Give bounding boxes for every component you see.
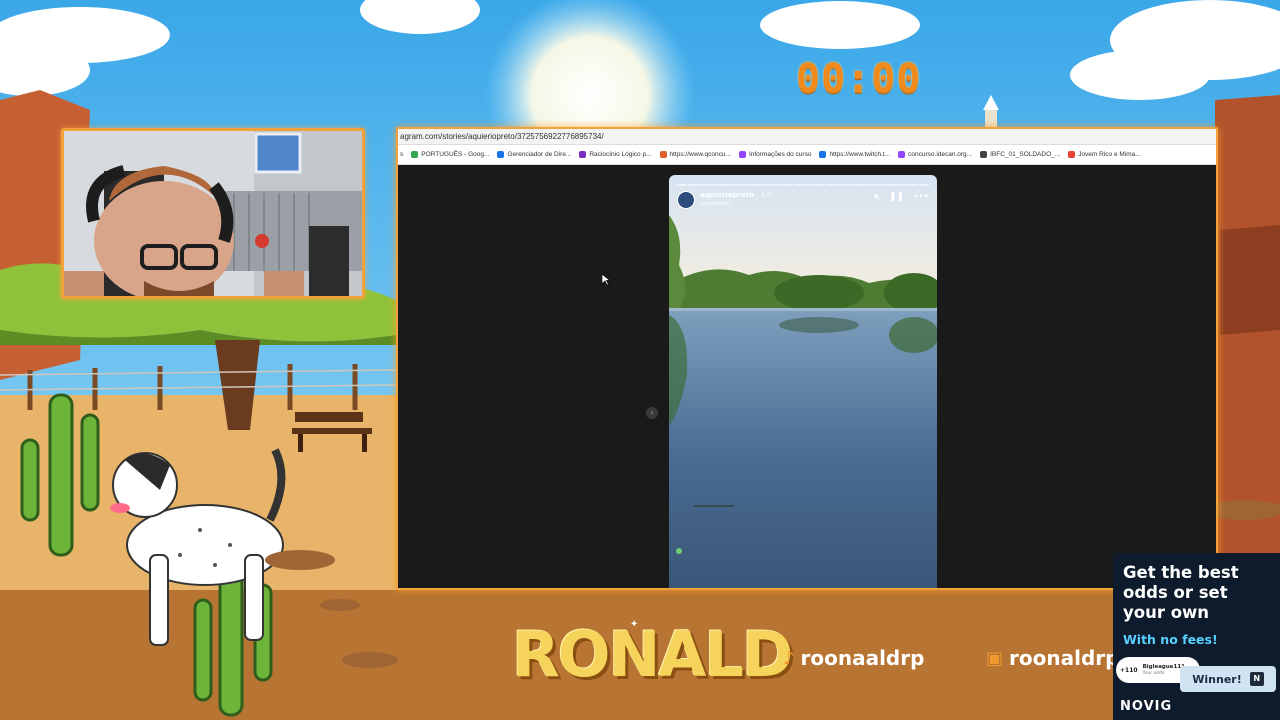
- browser-window: agram.com/stories/aquieriopreto/37257569…: [396, 127, 1218, 590]
- webcam-feed: [61, 128, 365, 299]
- story-progress-segment: [793, 184, 803, 186]
- story-progress-bars: [677, 184, 930, 186]
- twitch-handle: ▣ roonaldrp: [986, 644, 1114, 672]
- streamer-logo: RONALD: [512, 618, 793, 691]
- bookmark-item[interactable]: concurso.idecan.org...: [898, 151, 972, 158]
- story-progress-segment: [824, 184, 835, 186]
- story-progress-segment: [719, 184, 729, 186]
- story-progress-segment: [677, 184, 687, 186]
- bookmark-label: https://www.qconcu...: [669, 151, 731, 158]
- previous-story-chevron-icon[interactable]: ‹: [646, 407, 658, 419]
- bookmark-item[interactable]: PORTUGUÊS - Goog...: [411, 151, 489, 158]
- story-progress-segment: [750, 184, 761, 186]
- bookmark-favicon-icon: [980, 151, 988, 158]
- novig-logo-icon: N: [1249, 672, 1264, 686]
- ad-winner-badge: Winner! N: [1180, 666, 1276, 692]
- story-progress-segment: [898, 184, 909, 186]
- bookmark-label: Jovem Rico e Mima...: [1078, 151, 1141, 158]
- bookmark-label: PORTUGUÊS - Goog...: [421, 151, 490, 158]
- ad-headline: Get the best odds or set your own: [1123, 563, 1239, 622]
- story-progress-segment: [835, 184, 845, 186]
- pause-icon[interactable]: ❚❚: [889, 192, 904, 202]
- bookmark-favicon-icon: [579, 151, 587, 158]
- story-progress-segment: [856, 184, 866, 186]
- bookmark-label: Informações do curso: [748, 151, 812, 158]
- bookmark-favicon-icon: [738, 151, 746, 158]
- story-progress-segment: [803, 184, 814, 186]
- address-bar-url: agram.com/stories/aquieriopreto/37257569…: [400, 132, 604, 141]
- streamer-webcam-image: [64, 131, 362, 296]
- bookmark-item[interactable]: IBFC_01_SOLDADO_...: [980, 151, 1060, 158]
- story-progress-segment: [708, 184, 719, 186]
- story-progress-segment: [698, 184, 708, 186]
- ad-card-name: Bigleague111: [1142, 664, 1185, 670]
- bookmark-favicon-icon: [819, 151, 827, 158]
- ad-brand-logo: NOVIG: [1120, 699, 1173, 714]
- bookmark-label: concurso.idecan.org...: [908, 151, 973, 158]
- bookmark-label: s: [400, 151, 404, 158]
- bookmark-label: IBFC_01_SOLDADO_...: [990, 151, 1061, 158]
- story-progress-segment: [782, 184, 793, 186]
- bookmark-item[interactable]: Jovem Rico e Mima...: [1068, 151, 1141, 158]
- bookmark-item[interactable]: https://www.qconcu...: [659, 151, 731, 158]
- address-bar[interactable]: agram.com/stories/aquieriopreto/37257569…: [398, 129, 1216, 145]
- story-progress-segment: [814, 184, 824, 186]
- story-header: aquieriopreto 4 h aqueleklen 🔇︎ ❚❚ •••: [677, 191, 929, 213]
- bookmark-label: Gerenciador de Dire...: [507, 151, 572, 158]
- tiktok-handle: ♪ roonaaldrp: [783, 644, 924, 672]
- mouse-cursor-icon: [602, 274, 610, 286]
- mute-icon[interactable]: 🔇︎: [874, 192, 880, 202]
- novig-advertisement[interactable]: Get the best odds or set your own With n…: [1113, 553, 1280, 720]
- bookmark-item[interactable]: Raciocínio Lógico p...: [579, 151, 652, 158]
- bookmark-favicon-icon: [497, 151, 505, 158]
- bookmarks-bar: s PORTUGUÊS - Goog... Gerenciador de Dire.…: [398, 145, 1216, 165]
- story-photo-river: [669, 175, 937, 588]
- twitch-icon: ▣: [986, 647, 1004, 669]
- bookmark-item[interactable]: Informações do curso: [738, 151, 812, 158]
- bookmark-favicon-icon: [1068, 151, 1076, 158]
- tiktok-handle-text: roonaaldrp: [800, 646, 925, 670]
- twitch-handle-text: roonaldrp: [1009, 646, 1114, 670]
- story-username[interactable]: aquieriopreto: [700, 191, 754, 199]
- bookmark-item[interactable]: https://www.twitch.t...: [819, 151, 890, 158]
- ad-odds-value: +110: [1120, 666, 1138, 674]
- bookmark-item[interactable]: Gerenciador de Dire...: [497, 151, 571, 158]
- story-progress-segment: [729, 184, 740, 186]
- bookmark-label: https://www.twitch.t...: [829, 151, 891, 158]
- profile-avatar[interactable]: [677, 191, 695, 209]
- story-progress-segment: [877, 184, 887, 186]
- story-progress-segment: [740, 184, 750, 186]
- story-subtitle: aqueleklen: [700, 201, 731, 207]
- story-progress-segment: [887, 184, 898, 186]
- ad-subline: With no fees!: [1123, 632, 1218, 647]
- story-progress-segment: [771, 184, 782, 186]
- more-options-icon[interactable]: •••: [913, 192, 929, 202]
- bookmark-label: Raciocínio Lógico p...: [589, 151, 652, 158]
- bookmark-item[interactable]: s: [400, 151, 403, 158]
- bookmark-favicon-icon: [659, 151, 667, 158]
- story-progress-segment: [919, 184, 930, 186]
- ad-card-small: Your odds: [1142, 671, 1165, 676]
- countdown-timer: 00:00: [796, 56, 922, 102]
- story-progress-segment: [687, 184, 698, 186]
- ad-winner-label: Winner!: [1192, 672, 1242, 686]
- story-viewer[interactable]: aquieriopreto 4 h aqueleklen 🔇︎ ❚❚ •••: [669, 175, 937, 588]
- instagram-story-page: aquieriopreto 4 h aqueleklen 🔇︎ ❚❚ ••• ‹: [398, 166, 1216, 588]
- story-timestamp: 4 h: [760, 191, 772, 199]
- story-progress-segment: [761, 184, 771, 186]
- story-progress-segment: [909, 184, 919, 186]
- story-progress-segment: [866, 184, 877, 186]
- bookmark-favicon-icon: [898, 151, 906, 158]
- bookmark-favicon-icon: [411, 151, 419, 158]
- tiktok-icon: ♪: [783, 647, 795, 669]
- story-progress-segment: [845, 184, 856, 186]
